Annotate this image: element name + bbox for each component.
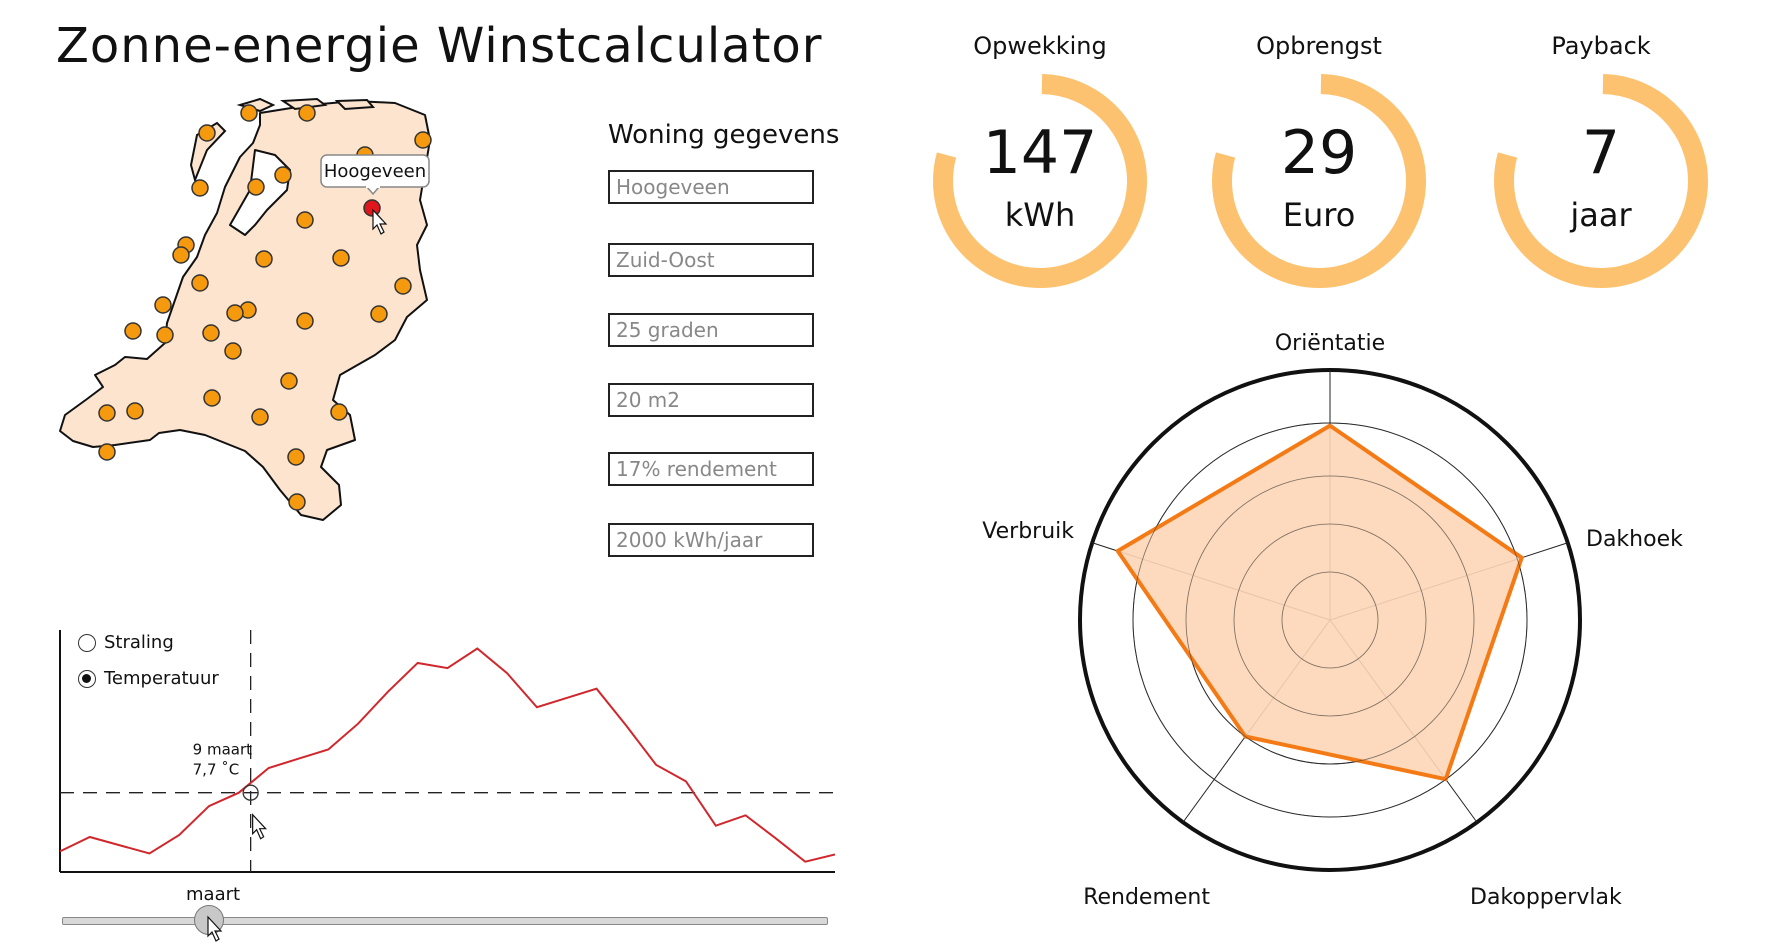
map-location-dot[interactable] xyxy=(394,277,412,295)
map-location-dot[interactable] xyxy=(370,305,388,323)
map-location-dot[interactable] xyxy=(156,326,174,344)
map-location-dot[interactable] xyxy=(287,448,305,466)
chart-tooltip-date: 9 maart xyxy=(193,741,252,759)
consumption-field[interactable] xyxy=(608,523,814,557)
map-location-dot[interactable] xyxy=(251,408,269,426)
radar-axis-label: Dakoppervlak xyxy=(1470,885,1622,910)
kpi-opwekking-value: 147 xyxy=(982,118,1098,188)
map-location-dot[interactable] xyxy=(202,324,220,342)
map-location-dot[interactable] xyxy=(280,372,298,390)
radio-temperatuur-circle[interactable] xyxy=(78,669,96,688)
map-location-dot[interactable] xyxy=(240,104,258,122)
roof-area-field[interactable] xyxy=(608,383,814,417)
map-location-dot[interactable] xyxy=(203,389,221,407)
map-location-dot[interactable] xyxy=(198,124,216,142)
map-location-dot[interactable] xyxy=(126,402,144,420)
roof-angle-field[interactable] xyxy=(608,313,814,347)
chart-tooltip-value: 7,7 ˚C xyxy=(193,761,240,779)
netherlands-map[interactable]: Hoogeveen xyxy=(55,95,505,625)
radio-temperatuur-label: Temperatuur xyxy=(104,668,219,689)
map-location-dot[interactable] xyxy=(154,296,172,314)
kpi-payback: Payback 7 jaar xyxy=(1481,32,1721,296)
map-location-dot[interactable] xyxy=(298,104,316,122)
radar-chart: Oriëntatie Dakhoek Dakoppervlak Rendement Ve… xyxy=(982,331,1683,910)
kpi-opbrengst: Opbrengst 29 Euro xyxy=(1199,32,1439,296)
kpi-opbrengst-unit: Euro xyxy=(1282,196,1356,234)
radio-straling-circle[interactable] xyxy=(78,633,96,652)
map-location-dot[interactable] xyxy=(330,403,348,421)
kpi-opbrengst-label: Opbrengst xyxy=(1256,32,1382,60)
kpi-payback-label: Payback xyxy=(1551,32,1651,60)
map-tooltip-label: Hoogeveen xyxy=(324,161,426,182)
map-location-dot[interactable] xyxy=(247,178,265,196)
kpi-opwekking: Opwekking 147 kWh xyxy=(920,32,1160,296)
map-location-dot[interactable] xyxy=(191,274,209,292)
map-location-dot[interactable] xyxy=(226,304,244,322)
kpi-opbrengst-value: 29 xyxy=(1280,118,1358,188)
map-location-dot[interactable] xyxy=(124,322,142,340)
map-location-dot[interactable] xyxy=(255,250,273,268)
month-slider-track[interactable] xyxy=(62,917,828,925)
kpi-opwekking-unit: kWh xyxy=(1004,196,1076,234)
map-location-dot-selected[interactable] xyxy=(363,199,381,217)
radio-straling[interactable]: Straling xyxy=(78,632,174,653)
efficiency-field[interactable] xyxy=(608,452,814,486)
map-location-dot[interactable] xyxy=(296,312,314,330)
radar-axis-label: Rendement xyxy=(1083,885,1210,910)
map-location-dot[interactable] xyxy=(296,211,314,229)
radio-straling-label: Straling xyxy=(104,632,174,653)
page-title: Zonne-energie Winstcalculator xyxy=(56,18,823,74)
radar-axis-label: Dakhoek xyxy=(1586,527,1683,552)
map-location-dot[interactable] xyxy=(172,246,190,264)
map-location-dot[interactable] xyxy=(98,443,116,461)
map-location-dot[interactable] xyxy=(274,166,292,184)
map-location-dot[interactable] xyxy=(224,342,242,360)
cursor-icon xyxy=(207,915,223,942)
form-title: Woning gegevens xyxy=(608,120,840,150)
kpi-opwekking-label: Opwekking xyxy=(973,32,1107,60)
map-location-dot[interactable] xyxy=(288,493,306,511)
map-island xyxy=(334,98,376,111)
kpi-payback-unit: jaar xyxy=(1570,196,1632,234)
cursor-icon xyxy=(252,813,268,840)
radar-axis-label: Oriëntatie xyxy=(1275,331,1385,356)
map-location-dot[interactable] xyxy=(191,179,209,197)
map-location-dot[interactable] xyxy=(98,404,116,422)
location-field[interactable] xyxy=(608,170,814,204)
map-location-dot[interactable] xyxy=(332,249,350,267)
map-location-dot[interactable] xyxy=(414,131,432,149)
orientation-field[interactable] xyxy=(608,243,814,277)
month-slider-label: maart xyxy=(186,884,241,905)
kpi-payback-value: 7 xyxy=(1581,118,1621,188)
radar-axis-label: Verbruik xyxy=(982,519,1074,544)
radio-temperatuur[interactable]: Temperatuur xyxy=(78,668,219,689)
